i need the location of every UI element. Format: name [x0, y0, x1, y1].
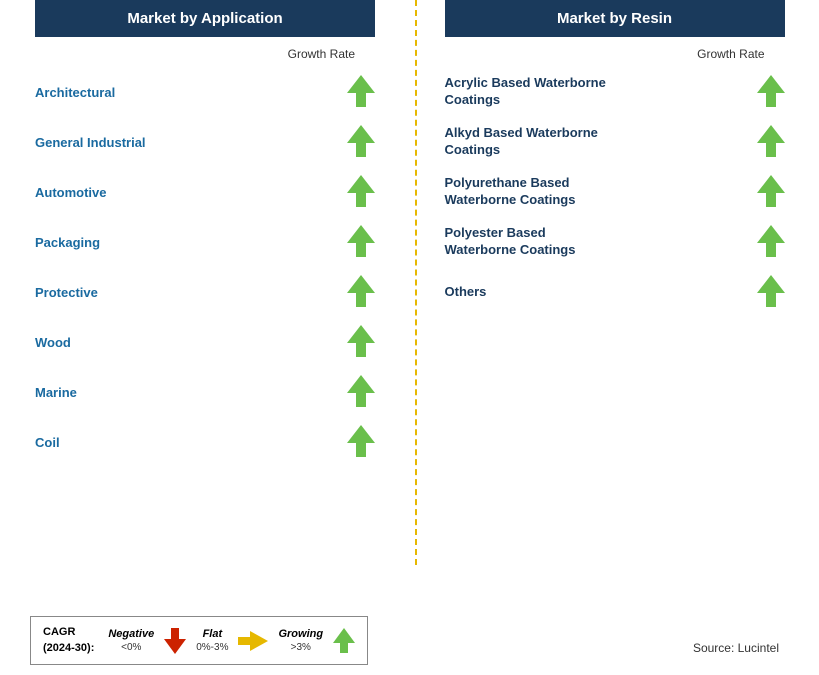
item-label-automotive: Automotive	[35, 185, 347, 200]
list-item: Marine	[35, 367, 375, 417]
legend-negative: Negative <0%	[108, 628, 154, 653]
item-label-wood: Wood	[35, 335, 347, 350]
list-item: General Industrial	[35, 117, 375, 167]
right-panel: Market by Resin Growth Rate Acrylic Base…	[410, 0, 819, 620]
legend-cagr-label: CAGR(2024-30):	[43, 625, 94, 656]
list-item: Acrylic Based WaterborneCoatings	[445, 67, 785, 117]
item-label-marine: Marine	[35, 385, 347, 400]
arrow-up-icon	[347, 125, 375, 159]
list-item: Packaging	[35, 217, 375, 267]
arrow-up-icon	[757, 275, 785, 309]
item-label-polyurethane: Polyurethane BasedWaterborne Coatings	[445, 175, 757, 209]
arrow-up-icon	[757, 225, 785, 259]
panel-divider	[415, 0, 417, 565]
right-panel-header: Market by Resin	[445, 0, 785, 37]
item-label-architectural: Architectural	[35, 85, 347, 100]
item-label-general-industrial: General Industrial	[35, 135, 347, 150]
list-item: Protective	[35, 267, 375, 317]
list-item: Automotive	[35, 167, 375, 217]
arrow-up-icon	[757, 125, 785, 159]
legend-growing: Growing >3%	[278, 628, 323, 653]
legend-flat-label: Flat	[203, 628, 223, 640]
arrow-up-icon	[347, 375, 375, 409]
legend-container: CAGR(2024-30): Negative <0% Flat 0%-3% G…	[30, 616, 368, 665]
item-label-alkyd: Alkyd Based WaterborneCoatings	[445, 125, 757, 159]
source-label: Source: Lucintel	[693, 641, 779, 655]
item-label-protective: Protective	[35, 285, 347, 300]
list-item: Coil	[35, 417, 375, 467]
legend-negative-sub: <0%	[121, 642, 141, 653]
legend-flat-sub: 0%-3%	[196, 642, 228, 653]
item-label-acrylic: Acrylic Based WaterborneCoatings	[445, 75, 757, 109]
arrow-up-icon	[347, 425, 375, 459]
list-item: Architectural	[35, 67, 375, 117]
arrow-up-icon	[347, 275, 375, 309]
legend-negative-label: Negative	[108, 628, 154, 640]
small-green-arrow-icon	[333, 628, 355, 654]
arrow-up-icon	[347, 175, 375, 209]
list-item: Wood	[35, 317, 375, 367]
left-panel: Market by Application Growth Rate Archit…	[0, 0, 410, 620]
red-arrow-down-icon	[164, 628, 186, 654]
legend-growing-sub: >3%	[291, 642, 311, 653]
arrow-up-icon	[347, 225, 375, 259]
yellow-arrow-right-icon	[238, 631, 268, 651]
item-label-others: Others	[445, 284, 757, 301]
arrow-up-icon	[757, 75, 785, 109]
list-item: Polyurethane BasedWaterborne Coatings	[445, 167, 785, 217]
item-label-coil: Coil	[35, 435, 347, 450]
arrow-up-icon	[347, 325, 375, 359]
left-panel-header: Market by Application	[35, 0, 375, 37]
left-growth-rate-label: Growth Rate	[45, 47, 365, 61]
list-item: Others	[445, 267, 785, 317]
item-label-packaging: Packaging	[35, 235, 347, 250]
main-container: Market by Application Growth Rate Archit…	[0, 0, 819, 620]
arrow-up-icon	[347, 75, 375, 109]
legend-growing-label: Growing	[278, 628, 323, 640]
item-label-polyester: Polyester BasedWaterborne Coatings	[445, 225, 757, 259]
right-growth-rate-label: Growth Rate	[455, 47, 775, 61]
list-item: Polyester BasedWaterborne Coatings	[445, 217, 785, 267]
list-item: Alkyd Based WaterborneCoatings	[445, 117, 785, 167]
arrow-up-icon	[757, 175, 785, 209]
legend-flat: Flat 0%-3%	[196, 628, 228, 653]
